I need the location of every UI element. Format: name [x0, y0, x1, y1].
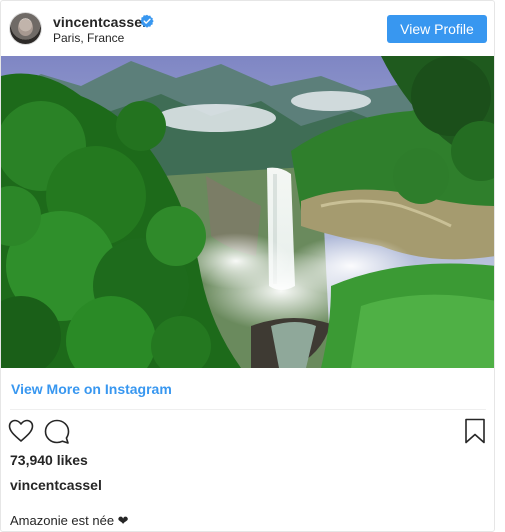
view-profile-button[interactable]: View Profile — [387, 15, 487, 43]
username[interactable]: vincentcassel — [53, 14, 146, 30]
heart-icon[interactable] — [8, 419, 34, 443]
post-image — [1, 56, 494, 368]
caption-text: Amazonie est née ❤ — [10, 513, 129, 528]
post-header: vincentcassel Paris, France View Profile — [1, 1, 494, 56]
caption-username[interactable]: vincentcassel — [10, 477, 102, 493]
like-count[interactable]: 73,940 likes — [10, 452, 88, 468]
view-more-link[interactable]: View More on Instagram — [11, 381, 172, 397]
divider — [10, 409, 486, 410]
verified-badge-icon — [140, 14, 154, 28]
post-photo[interactable] — [1, 56, 494, 368]
bookmark-icon[interactable] — [463, 418, 487, 444]
location[interactable]: Paris, France — [53, 31, 124, 45]
instagram-embed-card: vincentcassel Paris, France View Profile — [0, 0, 495, 532]
comment-icon[interactable] — [44, 419, 70, 445]
avatar[interactable] — [10, 13, 41, 44]
